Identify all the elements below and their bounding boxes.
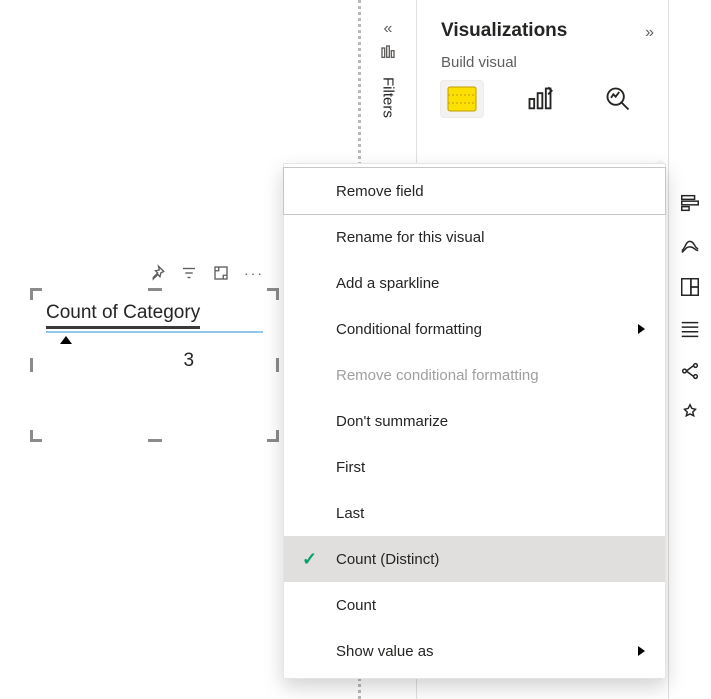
- visual-gallery-strip: [668, 0, 710, 699]
- menu-item-label: Remove conditional formatting: [336, 367, 539, 384]
- viz-type-ribbon[interactable]: [677, 232, 703, 258]
- filter-icon[interactable]: [180, 264, 198, 282]
- chevron-right-icon: [638, 646, 645, 656]
- menu-item-label: Last: [336, 505, 364, 522]
- menu-item-remove-field[interactable]: Remove field: [284, 168, 665, 214]
- menu-item-remove-conditional-formatting: Remove conditional formatting: [284, 352, 665, 398]
- menu-item-label: Remove field: [336, 183, 424, 200]
- selection-handle[interactable]: [267, 430, 279, 442]
- selection-handle[interactable]: [30, 430, 42, 442]
- menu-item-label: Add a sparkline: [336, 275, 439, 292]
- format-visual-tab[interactable]: [519, 81, 561, 117]
- menu-item-count-distinct[interactable]: ✓ Count (Distinct): [284, 536, 665, 582]
- menu-item-label: Rename for this visual: [336, 229, 484, 246]
- viz-type-decomposition[interactable]: [677, 358, 703, 384]
- check-icon: ✓: [302, 549, 317, 570]
- visual-header-toolbar: ···: [148, 258, 264, 288]
- analytics-tab[interactable]: [597, 81, 639, 117]
- menu-item-count[interactable]: Count: [284, 582, 665, 628]
- menu-item-add-a-sparkline[interactable]: Add a sparkline: [284, 260, 665, 306]
- menu-item-conditional-formatting[interactable]: Conditional formatting: [284, 306, 665, 352]
- menu-item-last[interactable]: Last: [284, 490, 665, 536]
- viz-type-treemap[interactable]: [677, 274, 703, 300]
- visualizations-title: Visualizations: [441, 20, 654, 42]
- menu-item-label: Count: [336, 597, 376, 614]
- menu-item-don-t-summarize[interactable]: Don't summarize: [284, 398, 665, 444]
- viz-type-more[interactable]: [677, 400, 703, 426]
- field-context-menu: Remove field Rename for this visual Add a …: [283, 163, 666, 679]
- selection-handle[interactable]: [30, 358, 33, 372]
- menu-item-label: Don't summarize: [336, 413, 448, 430]
- focus-mode-icon[interactable]: [212, 264, 230, 282]
- table-column-header[interactable]: Count of Category: [46, 302, 263, 326]
- menu-item-label: Show value as: [336, 643, 434, 660]
- table-visual[interactable]: Count of Category 3: [32, 290, 277, 440]
- more-options-icon[interactable]: ···: [244, 265, 264, 281]
- selection-handle[interactable]: [30, 288, 42, 300]
- menu-item-label: First: [336, 459, 365, 476]
- chevron-right-icon: [638, 324, 645, 334]
- build-visual-subtitle: Build visual: [417, 50, 666, 81]
- selection-handle[interactable]: [276, 358, 279, 372]
- table-cell-value: 3: [46, 344, 200, 372]
- viz-type-stacked-bar[interactable]: [677, 190, 703, 216]
- filter-pane-icon: [370, 44, 406, 63]
- menu-item-label: Conditional formatting: [336, 321, 482, 338]
- menu-item-show-value-as[interactable]: Show value as: [284, 628, 665, 674]
- viz-type-table[interactable]: [677, 316, 703, 342]
- collapse-left-icon[interactable]: «: [370, 20, 406, 38]
- menu-item-rename-for-this-visual[interactable]: Rename for this visual: [284, 214, 665, 260]
- pin-icon[interactable]: [148, 264, 166, 282]
- selection-handle[interactable]: [148, 288, 162, 291]
- filters-pane-label: Filters: [380, 77, 397, 118]
- menu-item-label: Count (Distinct): [336, 551, 439, 568]
- build-visual-tab[interactable]: [441, 81, 483, 117]
- viz-tab-row: [417, 81, 666, 129]
- sort-ascending-icon[interactable]: [60, 336, 72, 344]
- filters-pane-collapsed[interactable]: « Filters: [370, 20, 406, 118]
- selection-handle[interactable]: [148, 439, 162, 442]
- table-content: Count of Category 3: [32, 290, 277, 372]
- expand-pane-icon[interactable]: »: [645, 24, 654, 42]
- menu-item-first[interactable]: First: [284, 444, 665, 490]
- selection-handle[interactable]: [267, 288, 279, 300]
